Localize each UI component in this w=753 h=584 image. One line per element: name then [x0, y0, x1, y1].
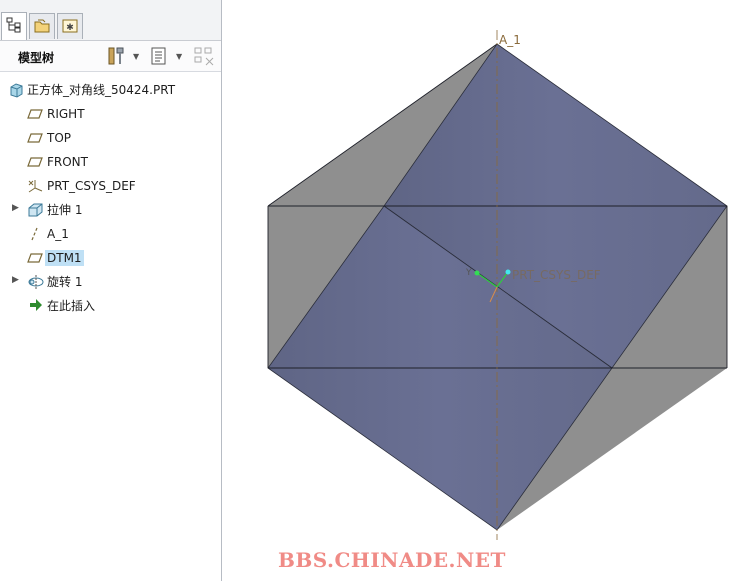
extrude-icon [28, 203, 43, 217]
tree-item-label: DTM1 [45, 250, 84, 266]
datum-plane-icon [27, 253, 43, 263]
datum-plane-icon [27, 109, 43, 119]
model-tree-header: 模型树 ▼ ▼ [0, 41, 221, 72]
tree-item-label: 在此插入 [47, 299, 96, 313]
tree-item-revolve[interactable]: ▶ 旋转 1 [0, 271, 220, 293]
tree-item-label: A_1 [47, 227, 69, 241]
tree-item-label: RIGHT [47, 107, 85, 121]
model-render[interactable]: A_1 Y PRT_CSYS_DEF [222, 0, 753, 581]
settings-tools-icon[interactable] [106, 46, 128, 66]
watermark-text: BBS.CHINADE.NET [278, 548, 506, 572]
tab-folder-browser[interactable] [29, 13, 55, 39]
tab-favorites[interactable]: ✱ [57, 13, 83, 39]
svg-text:✱: ✱ [66, 23, 74, 33]
tab-model-tree[interactable] [1, 12, 27, 40]
revolve-icon [28, 275, 44, 289]
model-tree-title: 模型树 [18, 51, 55, 65]
tree-item-part[interactable]: 正方体_对角线_50424.PRT [0, 79, 220, 101]
tree-item-label: FRONT [47, 155, 88, 169]
model-tree-panel: ✱ 模型树 ▼ ▼ 正方体_对角线_50424.PRT RIGHT TOP FR… [0, 0, 222, 581]
tree-item-axis[interactable]: A_1 [0, 223, 220, 245]
expand-arrow-icon[interactable]: ▶ [12, 275, 19, 285]
tree-item-top[interactable]: TOP [0, 127, 220, 149]
tree-item-csys[interactable]: PRT_CSYS_DEF [0, 175, 220, 197]
tree-item-dtm1[interactable]: DTM1 [0, 247, 220, 269]
tree-item-right[interactable]: RIGHT [0, 103, 220, 125]
datum-plane-icon [27, 133, 43, 143]
expand-arrow-icon[interactable]: ▶ [12, 203, 19, 213]
svg-text:Y: Y [465, 268, 472, 278]
settings-dropdown-caret-icon[interactable]: ▼ [133, 52, 139, 61]
tree-filter-icon[interactable] [194, 46, 216, 66]
tree-item-front[interactable]: FRONT [0, 151, 220, 173]
part-icon [10, 83, 23, 98]
coordinate-system-icon [28, 180, 43, 193]
coordinate-system-label: PRT_CSYS_DEF [512, 268, 601, 282]
tree-item-extrude[interactable]: ▶ 拉伸 1 [0, 199, 220, 221]
datum-axis-label: A_1 [499, 33, 521, 47]
tree-item-label: 旋转 1 [47, 275, 83, 289]
favorites-icon: ✱ [62, 19, 78, 33]
datum-axis-icon [31, 227, 38, 241]
datum-plane-icon [27, 157, 43, 167]
tree-item-label: 正方体_对角线_50424.PRT [27, 83, 176, 97]
show-list-icon[interactable] [150, 46, 170, 66]
graphics-viewport[interactable]: A_1 Y PRT_CSYS_DEF [222, 0, 753, 581]
show-dropdown-caret-icon[interactable]: ▼ [176, 52, 182, 61]
folder-icon [34, 19, 50, 33]
model-tree-icon [6, 17, 21, 33]
tree-item-insert-here[interactable]: 在此插入 [0, 295, 220, 317]
panel-tab-strip: ✱ [0, 0, 221, 41]
tree-item-label: PRT_CSYS_DEF [47, 179, 136, 193]
tree-item-label: 拉伸 1 [47, 203, 83, 217]
tree-item-label: TOP [47, 131, 72, 145]
insert-here-arrow-icon [30, 299, 42, 311]
